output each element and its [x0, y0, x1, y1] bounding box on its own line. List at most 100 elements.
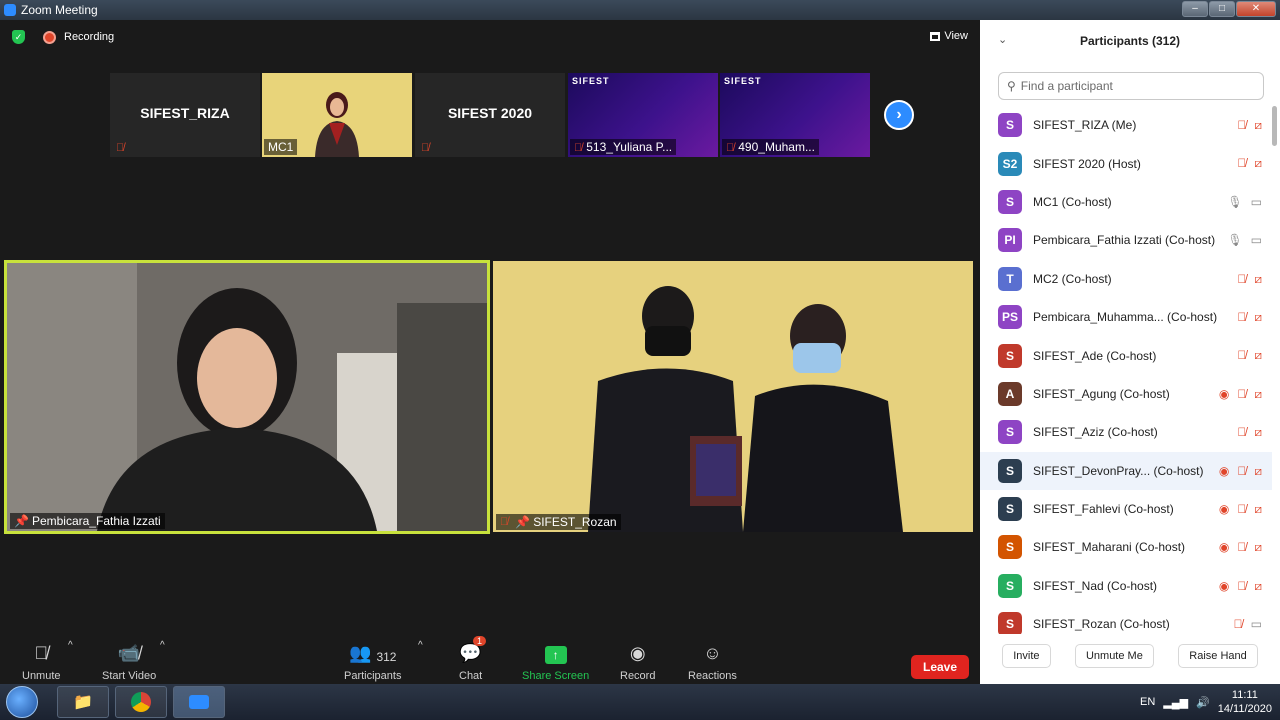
video-icon[interactable]: ▭ [1251, 617, 1262, 631]
participant-row[interactable]: S SIFEST_Fahlevi (Co-host) ◉ 🎙̸ ⧄ [980, 490, 1272, 528]
volume-icon[interactable]: 🔊 [1196, 696, 1210, 709]
mic-muted-icon: 🎙̸ [726, 142, 735, 154]
mic-muted-icon[interactable]: 🎙̸ [1237, 348, 1246, 363]
minimize-button[interactable]: – [1182, 1, 1208, 17]
close-button[interactable]: ✕ [1236, 1, 1276, 17]
participant-row[interactable]: PS Pembicara_Muhamma... (Co-host) 🎙̸ ⧄ [980, 298, 1272, 336]
video-off-icon[interactable]: ⧄ [1254, 425, 1262, 440]
participant-row[interactable]: S SIFEST_Maharani (Co-host) ◉ 🎙̸ ⧄ [980, 528, 1272, 566]
speaker-video-left[interactable]: 📌 Pembicara_Fathia Izzati [4, 260, 490, 534]
video-off-icon[interactable]: ⧄ [1254, 502, 1262, 517]
mic-muted-icon: 🎙̸ [574, 142, 583, 154]
mic-muted-icon[interactable]: 🎙̸ [1237, 387, 1246, 402]
participant-row[interactable]: S SIFEST_Nad (Co-host) ◉ 🎙̸ ⧄ [980, 567, 1272, 605]
tile-caption: 🎙̸ 513_Yuliana P... [570, 139, 677, 155]
zoom-app-icon [4, 4, 16, 16]
mic-muted-icon[interactable]: 🎙̸ [1237, 464, 1246, 479]
avatar: S [998, 535, 1022, 560]
participant-search[interactable]: ⚲ [998, 72, 1264, 100]
share-screen-button[interactable]: ↑ Share Screen [522, 638, 589, 682]
share-screen-icon: ↑ [544, 646, 567, 664]
reactions-button[interactable]: ☺ Reactions [688, 638, 737, 682]
participant-row[interactable]: S SIFEST_Aziz (Co-host) 🎙̸ ⧄ [980, 413, 1272, 451]
participant-row[interactable]: S2 SIFEST 2020 (Host) 🎙̸ ⧄ [980, 144, 1272, 182]
participant-row[interactable]: S SIFEST_RIZA (Me) 🎙̸ ⧄ [980, 106, 1272, 144]
invite-button[interactable]: Invite [1002, 644, 1051, 668]
maximize-button[interactable]: □ [1209, 1, 1235, 17]
recording-icon: ◉ [1218, 578, 1230, 593]
avatar: PI [998, 228, 1022, 253]
mic-muted-icon[interactable]: 🎙̸ [1234, 617, 1243, 631]
participants-button[interactable]: 👥 312 Participants [344, 638, 401, 682]
raise-hand-button[interactable]: Raise Hand [1178, 644, 1258, 668]
mic-muted-icon[interactable]: 🎙̸ [1237, 156, 1246, 171]
participant-row[interactable]: S MC1 (Co-host) 🎙 ▭ [980, 183, 1272, 221]
tile-caption: 🎙̸ 490_Muham... [722, 139, 819, 155]
participant-row[interactable]: T MC2 (Co-host) 🎙̸ ⧄ [980, 260, 1272, 298]
gallery-tile[interactable]: SIFEST_RIZA 🎙̸ [110, 73, 260, 157]
next-page-arrow-icon[interactable]: › [884, 100, 914, 130]
video-options-chevron-icon[interactable]: ^ [160, 640, 165, 651]
network-icon[interactable]: ▂▄▆ [1163, 696, 1188, 709]
gallery-tile[interactable]: SIFEST 2020 🎙̸ [415, 73, 565, 157]
participant-name: SIFEST 2020 (Host) [1033, 156, 1141, 171]
recording-label: Recording [64, 31, 115, 43]
audio-options-chevron-icon[interactable]: ^ [68, 640, 73, 651]
start-video-button[interactable]: 📹̸ Start Video [102, 638, 156, 682]
video-off-icon[interactable]: ⧄ [1254, 464, 1262, 479]
video-icon[interactable]: ▭ [1251, 195, 1262, 209]
file-explorer-taskbar-button[interactable]: 📁 [57, 686, 109, 718]
participant-row[interactable]: PI Pembicara_Fathia Izzati (Co-host) 🎙 ▭ [980, 221, 1272, 259]
mic-muted-icon[interactable]: 🎙̸ [1237, 579, 1246, 594]
mic-muted-icon[interactable]: 🎙̸ [1237, 425, 1246, 440]
participant-status-icons: 🎙 ▭ [1227, 233, 1262, 247]
list-scrollbar[interactable] [1272, 106, 1277, 146]
search-input[interactable] [1020, 79, 1241, 93]
participant-row[interactable]: S SIFEST_Ade (Co-host) 🎙̸ ⧄ [980, 336, 1272, 374]
mic-icon[interactable]: 🎙 [1227, 195, 1242, 209]
leave-button[interactable]: Leave [911, 655, 969, 679]
language-indicator[interactable]: EN [1140, 696, 1155, 708]
gallery-tile[interactable]: SIFEST 🎙̸ 513_Yuliana P... [568, 73, 718, 157]
mic-muted-icon[interactable]: 🎙̸ [1237, 540, 1246, 555]
speaker-video-right[interactable]: 🎙̸ 📌 SIFEST_Rozan [493, 261, 973, 532]
video-off-icon[interactable]: ⧄ [1254, 579, 1262, 594]
video-off-icon[interactable]: ⧄ [1254, 118, 1262, 133]
mic-icon[interactable]: 🎙 [1227, 233, 1242, 247]
recording-icon: ◉ [1218, 540, 1230, 555]
taskbar-clock[interactable]: 11:11 14/11/2020 [1218, 688, 1272, 716]
chat-button[interactable]: 💬 1 Chat [459, 636, 487, 682]
participant-name: SIFEST_Agung (Co-host) [1033, 386, 1170, 401]
mic-muted-icon[interactable]: 🎙̸ [1237, 502, 1246, 517]
avatar: S [998, 343, 1022, 368]
participant-row[interactable]: A SIFEST_Agung (Co-host) ◉ 🎙̸ ⧄ [980, 375, 1272, 413]
record-button[interactable]: ◉ Record [620, 638, 655, 682]
meeting-stage: ✓ Recording View SIFEST_RIZA 🎙̸ MC1 SIFE… [0, 20, 980, 684]
recording-icon: ◉ [1218, 463, 1230, 478]
participant-row[interactable]: S SIFEST_Rozan (Co-host) 🎙̸ ▭ [980, 605, 1272, 634]
video-off-icon[interactable]: ⧄ [1254, 387, 1262, 402]
unmute-button[interactable]: 🎙̸ Unmute [22, 638, 61, 682]
participant-row[interactable]: S SIFEST_DevonPray... (Co-host) ◉ 🎙̸ ⧄ [980, 451, 1272, 490]
mic-muted-icon[interactable]: 🎙̸ [1237, 118, 1246, 133]
mic-muted-icon[interactable]: 🎙̸ [1237, 272, 1246, 287]
avatar: S2 [998, 151, 1022, 176]
video-off-icon[interactable]: ⧄ [1254, 540, 1262, 555]
start-button[interactable] [6, 686, 38, 718]
chrome-taskbar-button[interactable] [115, 686, 167, 718]
unmute-me-button[interactable]: Unmute Me [1074, 644, 1154, 668]
participant-status-icons: 🎙 ▭ [1227, 195, 1262, 209]
video-off-icon[interactable]: ⧄ [1254, 348, 1262, 363]
view-button[interactable]: View [930, 30, 968, 42]
video-icon[interactable]: ▭ [1251, 233, 1262, 247]
video-off-icon[interactable]: ⧄ [1254, 310, 1262, 325]
video-off-icon[interactable]: ⧄ [1254, 272, 1262, 287]
participants-options-chevron-icon[interactable]: ^ [418, 640, 423, 651]
encryption-shield-icon[interactable]: ✓ [12, 30, 25, 44]
video-off-icon[interactable]: ⧄ [1254, 156, 1262, 171]
mic-muted-icon[interactable]: 🎙̸ [1237, 310, 1246, 325]
participant-status-icons: ◉ 🎙̸ ⧄ [1219, 540, 1262, 555]
zoom-taskbar-button[interactable] [173, 686, 225, 718]
gallery-tile[interactable]: MC1 [262, 73, 412, 157]
gallery-tile[interactable]: SIFEST 🎙̸ 490_Muham... [720, 73, 870, 157]
